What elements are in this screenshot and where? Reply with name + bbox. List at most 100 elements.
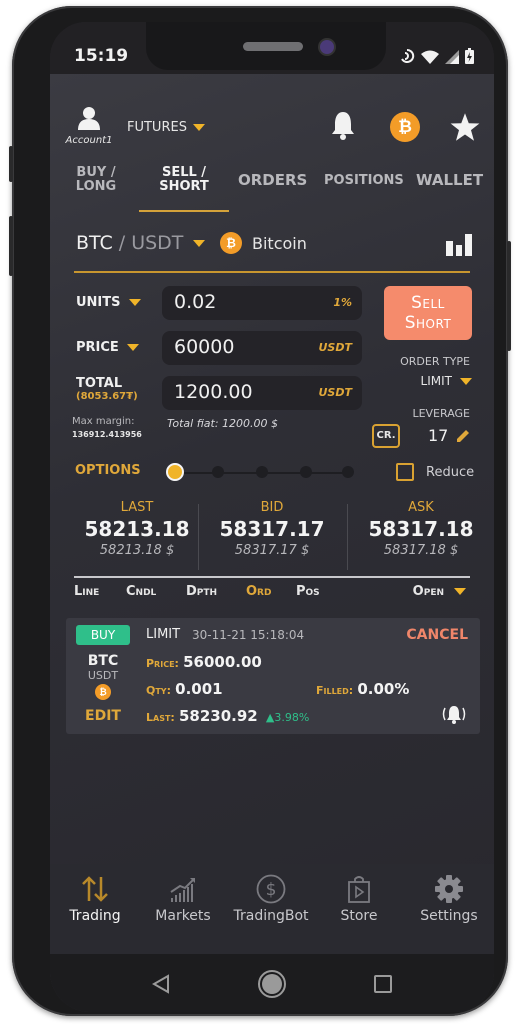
order-filter-dropdown[interactable]: Open [413, 584, 466, 599]
bitcoin-icon: ₿ [95, 684, 111, 700]
leverage-value: 17 [428, 426, 449, 445]
bitcoin-coin-button[interactable]: ₿ [390, 112, 420, 142]
slider-step[interactable] [212, 466, 224, 478]
bar-chart-icon [446, 234, 472, 256]
total-balance: (8053.67₮) [76, 391, 138, 402]
edit-order-button[interactable]: EDIT [76, 708, 130, 724]
star-icon [450, 113, 480, 141]
price-input[interactable]: 60000 USDT [162, 331, 362, 365]
order-type-label: ORDER TYPE [400, 355, 470, 368]
speaker [243, 42, 303, 51]
leverage-control[interactable]: 17 [428, 426, 470, 445]
order-price: 56000.00 [183, 653, 262, 671]
order-filter-label: Open [412, 584, 444, 599]
bottom-nav: Trading Markets $ TradingBot Store Setti… [50, 864, 494, 954]
units-mode-dropdown[interactable]: UNITS [76, 295, 141, 310]
sell-label: Sell [411, 293, 445, 313]
system-back-button[interactable] [151, 974, 170, 998]
home-circle-icon [258, 970, 286, 998]
price-label: Price: [146, 657, 179, 670]
options-slider-thumb[interactable] [166, 463, 184, 481]
order-price-row: Price: 56000.00 [146, 653, 262, 671]
nav-markets[interactable]: Markets [138, 874, 228, 924]
status-icons [399, 48, 474, 68]
tab-wallet[interactable]: WALLET [416, 173, 483, 188]
order-alert-button[interactable] [440, 704, 468, 728]
nav-tradingbot[interactable]: $ TradingBot [226, 874, 316, 924]
short-label: Short [404, 313, 452, 333]
reduce-checkbox[interactable] [396, 463, 414, 481]
ringing-bell-icon [442, 706, 466, 724]
trade-tabs: BUY / LONG SELL / SHORT ORDERS POSITIONS… [50, 164, 494, 214]
notifications-button[interactable] [331, 110, 355, 144]
phone-side-button [507, 241, 511, 351]
divider [198, 504, 199, 570]
nav-label: Trading [69, 908, 121, 924]
tab-orders[interactable]: ORDERS [238, 173, 307, 188]
tab-positions[interactable]: POSITIONS [324, 174, 404, 188]
slider-step[interactable] [300, 466, 312, 478]
pair-base: BTC [76, 232, 113, 254]
ask-value: 58317.18 [368, 517, 474, 541]
store-bag-icon [348, 876, 370, 903]
chart-tab-positions[interactable]: Pos [296, 584, 320, 599]
sell-short-button[interactable]: Sell Short [384, 286, 472, 340]
last-label: Last: [146, 711, 175, 724]
coin-name: Bitcoin [252, 233, 307, 253]
total-input[interactable]: 1200.00 USDT [162, 376, 362, 410]
price-mode-dropdown[interactable]: PRICE [76, 340, 139, 355]
caret-down-icon [454, 588, 466, 595]
caret-down-icon [193, 239, 206, 247]
order-datetime: 30-11-21 15:18:04 [192, 628, 305, 642]
signal-icon [445, 49, 459, 68]
account-button[interactable]: Account1 [64, 106, 114, 146]
slider-step[interactable] [256, 466, 268, 478]
svg-text:$: $ [266, 880, 277, 900]
pair-selector[interactable]: BTC / USDT [76, 232, 206, 254]
screen: 15:19 Account1 FUTURES ₿ BUY / LONG SELL… [50, 22, 494, 1012]
order-type-dropdown[interactable]: LIMIT [396, 374, 472, 388]
caret-down-icon [460, 377, 472, 385]
system-home-button[interactable] [257, 969, 287, 1003]
markets-chart-icon [170, 878, 195, 902]
leverage-label: LEVERAGE [412, 407, 470, 420]
nav-trading[interactable]: Trading [50, 874, 140, 924]
divider [347, 504, 348, 570]
order-type-value: LIMIT [420, 374, 452, 388]
chart-tab-candle[interactable]: Cndl [126, 584, 156, 599]
qty-label: Qty: [146, 684, 171, 697]
caret-down-icon [192, 124, 205, 131]
tab-sell-short[interactable]: SELL / SHORT [154, 166, 214, 194]
order-last: 58230.92 [178, 707, 258, 725]
bell-icon [332, 112, 354, 140]
nav-store[interactable]: Store [314, 874, 404, 924]
nav-label: Settings [420, 908, 478, 924]
slider-step[interactable] [342, 466, 354, 478]
units-input[interactable]: 0.02 1% [162, 286, 362, 320]
tab-label: LONG [75, 179, 117, 194]
bid-fiat: 58317.17 $ [234, 543, 310, 558]
cross-margin-button[interactable]: CR. [372, 424, 400, 448]
bid-price: BID 58317.17 58317.17 $ [205, 500, 339, 558]
system-recents-button[interactable] [374, 975, 392, 997]
price-label: PRICE [76, 340, 119, 355]
chart-toggle-button[interactable] [446, 232, 472, 260]
total-label: TOTAL [76, 376, 123, 391]
order-type: LIMIT [146, 627, 181, 642]
favorite-button[interactable] [450, 112, 480, 146]
units-percent: 1% [333, 296, 352, 309]
chart-tab-line[interactable]: Line [74, 584, 99, 599]
cancel-order-button[interactable]: CANCEL [406, 627, 468, 643]
chart-tab-orders[interactable]: Ord [246, 584, 271, 599]
tab-buy-long[interactable]: BUY / LONG [74, 166, 118, 194]
battery-charging-icon [465, 48, 474, 68]
recents-square-icon [374, 975, 392, 993]
top-bar: Account1 FUTURES ₿ [50, 74, 494, 154]
phone-frame: 15:19 Account1 FUTURES ₿ BUY / LONG SELL… [9, 6, 511, 1016]
chart-tab-depth[interactable]: Dpth [186, 584, 217, 599]
market-type-dropdown[interactable]: FUTURES [127, 120, 205, 135]
trading-arrows-icon [82, 876, 108, 902]
tab-label: SHORT [159, 179, 209, 194]
app-content: Account1 FUTURES ₿ BUY / LONG SELL / SHO… [50, 74, 494, 1012]
nav-settings[interactable]: Settings [404, 874, 494, 924]
